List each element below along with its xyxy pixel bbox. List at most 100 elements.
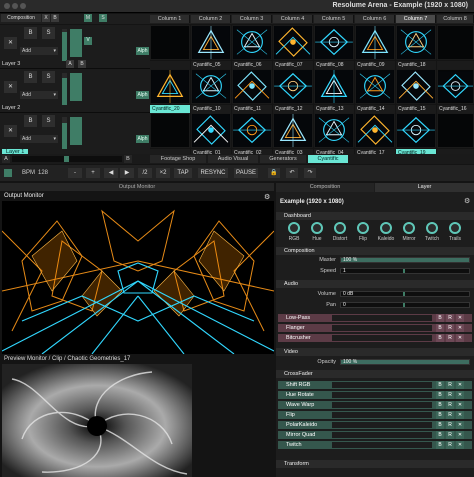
layer-bypass-button[interactable]: B [24,27,37,39]
effect-reset-button[interactable]: R [446,421,454,429]
preview-monitor-view[interactable] [2,364,192,477]
clip-thumbnail[interactable] [396,25,436,60]
comp-master-button[interactable]: M [84,14,92,22]
clip-thumbnail[interactable] [355,25,395,60]
clip-thumbnail[interactable] [355,69,395,104]
effect-slider[interactable] [332,422,432,428]
nudge-right-button[interactable]: ▶ [120,168,134,178]
effect-row[interactable]: Mirror Quad B R ✕ [278,431,472,439]
layer-solo-button[interactable]: S [42,27,55,39]
master-slider[interactable]: 100 % [340,257,470,263]
effect-slider[interactable] [332,325,432,331]
effect-slider[interactable] [332,315,432,321]
effect-reset-button[interactable]: R [446,391,454,399]
effect-row[interactable]: Hue Rotate B R ✕ [278,391,472,399]
close-icon[interactable]: ✕ [456,391,464,399]
clip-name[interactable]: Cyantific_06 [232,61,272,69]
close-icon[interactable]: ✕ [456,421,464,429]
clip-name[interactable]: Cyantific_08 [314,61,354,69]
layer-clear-button[interactable]: ✕ [4,81,17,93]
clip-name[interactable]: Cyantific_12 [273,105,313,113]
opacity-slider[interactable]: 100 % [340,359,470,365]
clip-thumbnail[interactable] [273,69,313,104]
clip-thumbnail[interactable] [232,25,272,60]
layer-opacity-fader[interactable] [62,73,67,105]
dashboard-knob[interactable] [288,222,300,234]
clip-name[interactable]: Cyantific_07 [273,61,313,69]
composition-section[interactable]: Composition [276,247,474,255]
clip-thumbnail[interactable] [273,113,313,148]
layer-solo-button[interactable]: S [42,71,55,83]
clip-name[interactable]: Cyantific_16 [437,105,474,113]
clip-thumbnail[interactable] [314,113,354,148]
effect-row[interactable]: Low-Pass B R ✕ [278,314,472,322]
effect-bypass-button[interactable]: B [436,411,444,419]
clip-name[interactable]: Cyantific_13 [314,105,354,113]
column-header-6[interactable]: Column 6 [355,15,395,23]
column-header-4[interactable]: Column 4 [273,15,313,23]
crossfader-slider[interactable] [12,156,122,162]
column-header-7[interactable]: Column 7 [396,15,436,23]
close-icon[interactable]: ✕ [456,441,464,449]
tab-footage-shop[interactable]: Footage Shop [150,155,206,163]
tap-button[interactable]: TAP [174,168,192,178]
dashboard-section[interactable]: Dashboard [276,212,474,220]
effect-reset-button[interactable]: R [446,431,454,439]
effect-reset-button[interactable]: R [446,411,454,419]
effect-bypass-button[interactable]: B [436,441,444,449]
blend-mode-select[interactable]: Add ▾ [20,91,58,99]
comp-solo-button[interactable]: S [99,14,107,22]
effect-slider[interactable] [332,392,432,398]
dashboard-knob[interactable] [357,222,369,234]
resync-button[interactable]: RESYNC [198,168,228,178]
effect-bypass-button[interactable]: B [436,391,444,399]
dashboard-knob[interactable] [449,222,461,234]
composition-label[interactable]: Composition [1,14,41,22]
clip-thumbnail[interactable] [150,25,190,60]
row-b-button[interactable]: B [78,60,86,68]
effect-slider[interactable] [332,442,432,448]
metronome-icon[interactable] [4,169,12,177]
layer-master-fader[interactable] [70,117,82,145]
redo-icon[interactable]: ↷ [304,168,316,178]
clip-thumbnail[interactable] [355,113,395,148]
clip-thumbnail[interactable] [191,25,231,60]
blend-mode-select[interactable]: Add ▾ [20,47,58,55]
clip-thumbnail[interactable] [396,69,436,104]
close-icon[interactable]: ✕ [456,401,464,409]
dashboard-knob[interactable] [380,222,392,234]
bpm-decrease-button[interactable]: - [68,168,82,178]
effect-row[interactable]: PolarKaleido B R ✕ [278,421,472,429]
close-icon[interactable]: ✕ [456,431,464,439]
layer-opacity-fader[interactable] [62,117,67,149]
effect-slider[interactable] [332,335,432,341]
clip-name[interactable]: Cyantific_20 [150,105,190,113]
effect-slider[interactable] [332,382,432,388]
effect-reset-button[interactable]: R [446,401,454,409]
clip-thumbnail[interactable] [191,113,231,148]
column-header-1[interactable]: Column 1 [150,15,190,23]
volume-slider[interactable]: 0 dB [340,291,470,297]
effect-reset-button[interactable]: R [446,334,454,342]
row-b-button[interactable]: B [124,155,132,163]
effect-row[interactable]: Wave Warp B R ✕ [278,401,472,409]
bpm-double-button[interactable]: ×2 [156,168,170,178]
bpm-half-button[interactable]: /2 [138,168,152,178]
close-icon[interactable]: ✕ [456,381,464,389]
clip-name[interactable] [437,61,474,69]
alpha-button[interactable]: Alph [136,47,149,55]
clip-name[interactable]: Cyantific_14 [355,105,395,113]
effect-slider[interactable] [332,402,432,408]
blend-mode-select[interactable]: Add ▾ [20,135,58,143]
effect-row[interactable]: Twitch B R ✕ [278,441,472,449]
effect-bypass-button[interactable]: B [436,324,444,332]
pan-slider[interactable]: 0 [340,302,470,308]
clip-name[interactable]: Cyantific_09 [355,61,395,69]
audio-section[interactable]: Audio [276,280,474,288]
clip-thumbnail[interactable] [150,69,190,104]
close-icon[interactable]: ✕ [456,334,464,342]
effect-reset-button[interactable]: R [446,381,454,389]
tab-generators[interactable]: Generators [260,155,306,163]
zoom-dot-icon[interactable] [20,3,26,9]
tab-audio-visual[interactable]: Audio Visual [208,155,258,163]
